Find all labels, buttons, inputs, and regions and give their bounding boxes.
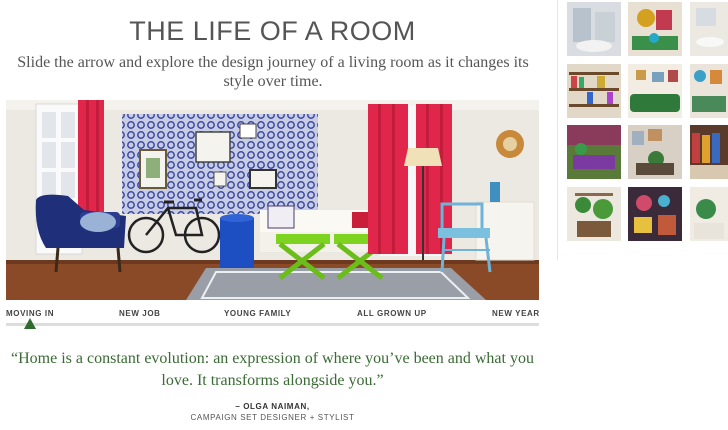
- timeline-stage-young-family[interactable]: YOUNG FAMILY: [224, 309, 291, 318]
- timeline-stage-new-year[interactable]: NEW YEAR: [492, 309, 540, 318]
- main-content: THE LIFE OF A ROOM Slide the arrow and e…: [0, 0, 545, 430]
- room-thumbnail[interactable]: [628, 125, 682, 179]
- room-thumbnail[interactable]: [567, 187, 621, 241]
- room-thumbnail[interactable]: [567, 2, 621, 56]
- room-thumbnail[interactable]: [690, 187, 728, 241]
- timeline-stage-moving-in[interactable]: MOVING IN: [6, 309, 54, 318]
- slider-arrow-handle[interactable]: [24, 318, 36, 329]
- room-thumbnail[interactable]: [628, 2, 682, 56]
- timeline-stage-all-grown-up[interactable]: ALL GROWN UP: [357, 309, 427, 318]
- page-title: THE LIFE OF A ROOM: [129, 16, 416, 46]
- timeline-track[interactable]: [6, 323, 539, 326]
- quote-author-role: CAMPAIGN SET DESIGNER + STYLIST: [190, 413, 355, 422]
- quote-text: “Home is a constant evolution: an expres…: [11, 350, 534, 389]
- room-thumbnail[interactable]: [628, 64, 682, 118]
- living-room-image: [6, 100, 539, 300]
- page-subtitle: Slide the arrow and explore the design j…: [17, 54, 529, 90]
- room-thumbnail[interactable]: [690, 2, 728, 56]
- room-thumbnail[interactable]: [690, 64, 728, 118]
- room-thumbnail[interactable]: [567, 64, 621, 118]
- quote-author: – OLGA NAIMAN,: [235, 402, 310, 411]
- room-thumbnail[interactable]: [567, 125, 621, 179]
- sidebar-divider: [557, 0, 558, 260]
- room-thumbnail[interactable]: [690, 125, 728, 179]
- timeline-slider[interactable]: MOVING IN NEW JOB YOUNG FAMILY ALL GROWN…: [6, 309, 539, 331]
- timeline-stage-new-job[interactable]: NEW JOB: [119, 309, 161, 318]
- room-thumbnail[interactable]: [628, 187, 682, 241]
